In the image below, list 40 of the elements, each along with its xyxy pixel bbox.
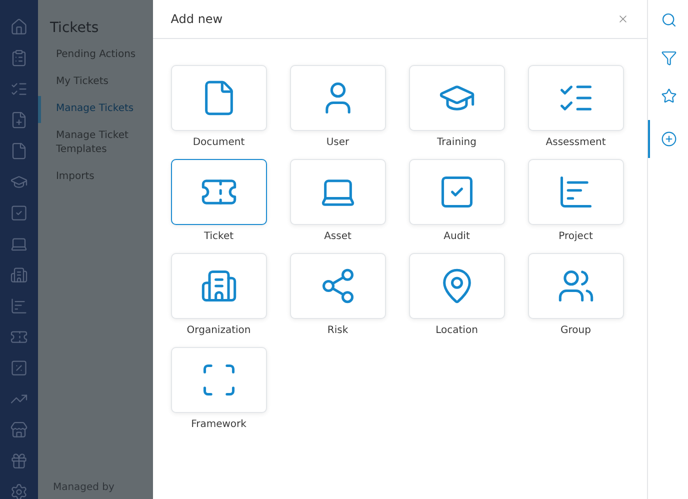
sidebar-item[interactable]: Imports bbox=[38, 164, 153, 191]
star-icon bbox=[661, 88, 677, 104]
settings-icon[interactable] bbox=[10, 483, 28, 499]
sidebar-title: Tickets bbox=[48, 20, 100, 36]
option-label: Audit bbox=[444, 231, 470, 242]
store-icon[interactable] bbox=[10, 421, 28, 439]
option-label: Framework bbox=[191, 419, 246, 430]
close-button[interactable] bbox=[617, 13, 629, 25]
percent-icon[interactable] bbox=[10, 359, 28, 377]
bar-chart-icon[interactable] bbox=[10, 297, 28, 315]
option-label: Risk bbox=[327, 325, 348, 336]
option-label: Assessment bbox=[546, 137, 606, 148]
option-label: Ticket bbox=[204, 231, 234, 242]
house-icon[interactable] bbox=[10, 18, 28, 36]
checklist-icon[interactable] bbox=[10, 80, 28, 98]
graduation-cap-icon[interactable] bbox=[10, 173, 28, 191]
search-icon bbox=[661, 12, 677, 28]
clipboard-icon[interactable] bbox=[10, 49, 28, 67]
option-label: Asset bbox=[324, 231, 352, 242]
option-label: Project bbox=[558, 231, 593, 242]
option-label: Document bbox=[192, 137, 245, 148]
ticket-icon[interactable] bbox=[10, 328, 28, 346]
add-icon bbox=[661, 131, 677, 147]
file-plus-icon[interactable] bbox=[10, 111, 28, 129]
sidebar-item[interactable]: Manage Ticket Templates bbox=[38, 123, 153, 164]
sidebar-item[interactable]: My Tickets bbox=[38, 69, 153, 96]
dialog-title: Add new bbox=[170, 12, 223, 26]
option-label: Location bbox=[436, 325, 478, 336]
document-icon[interactable] bbox=[10, 142, 28, 160]
gift-icon[interactable] bbox=[10, 452, 28, 470]
option-label: User bbox=[326, 137, 350, 148]
sidebar-item[interactable]: Pending Actions bbox=[38, 42, 153, 69]
option-label: Organization bbox=[186, 325, 251, 336]
option-label: Training bbox=[437, 137, 476, 148]
option-card[interactable] bbox=[170, 159, 267, 225]
laptop-icon[interactable] bbox=[10, 235, 28, 253]
filter-icon bbox=[661, 50, 677, 66]
option-label: Group bbox=[560, 325, 591, 336]
building-icon[interactable] bbox=[10, 266, 28, 284]
checkbox-icon[interactable] bbox=[10, 204, 28, 222]
